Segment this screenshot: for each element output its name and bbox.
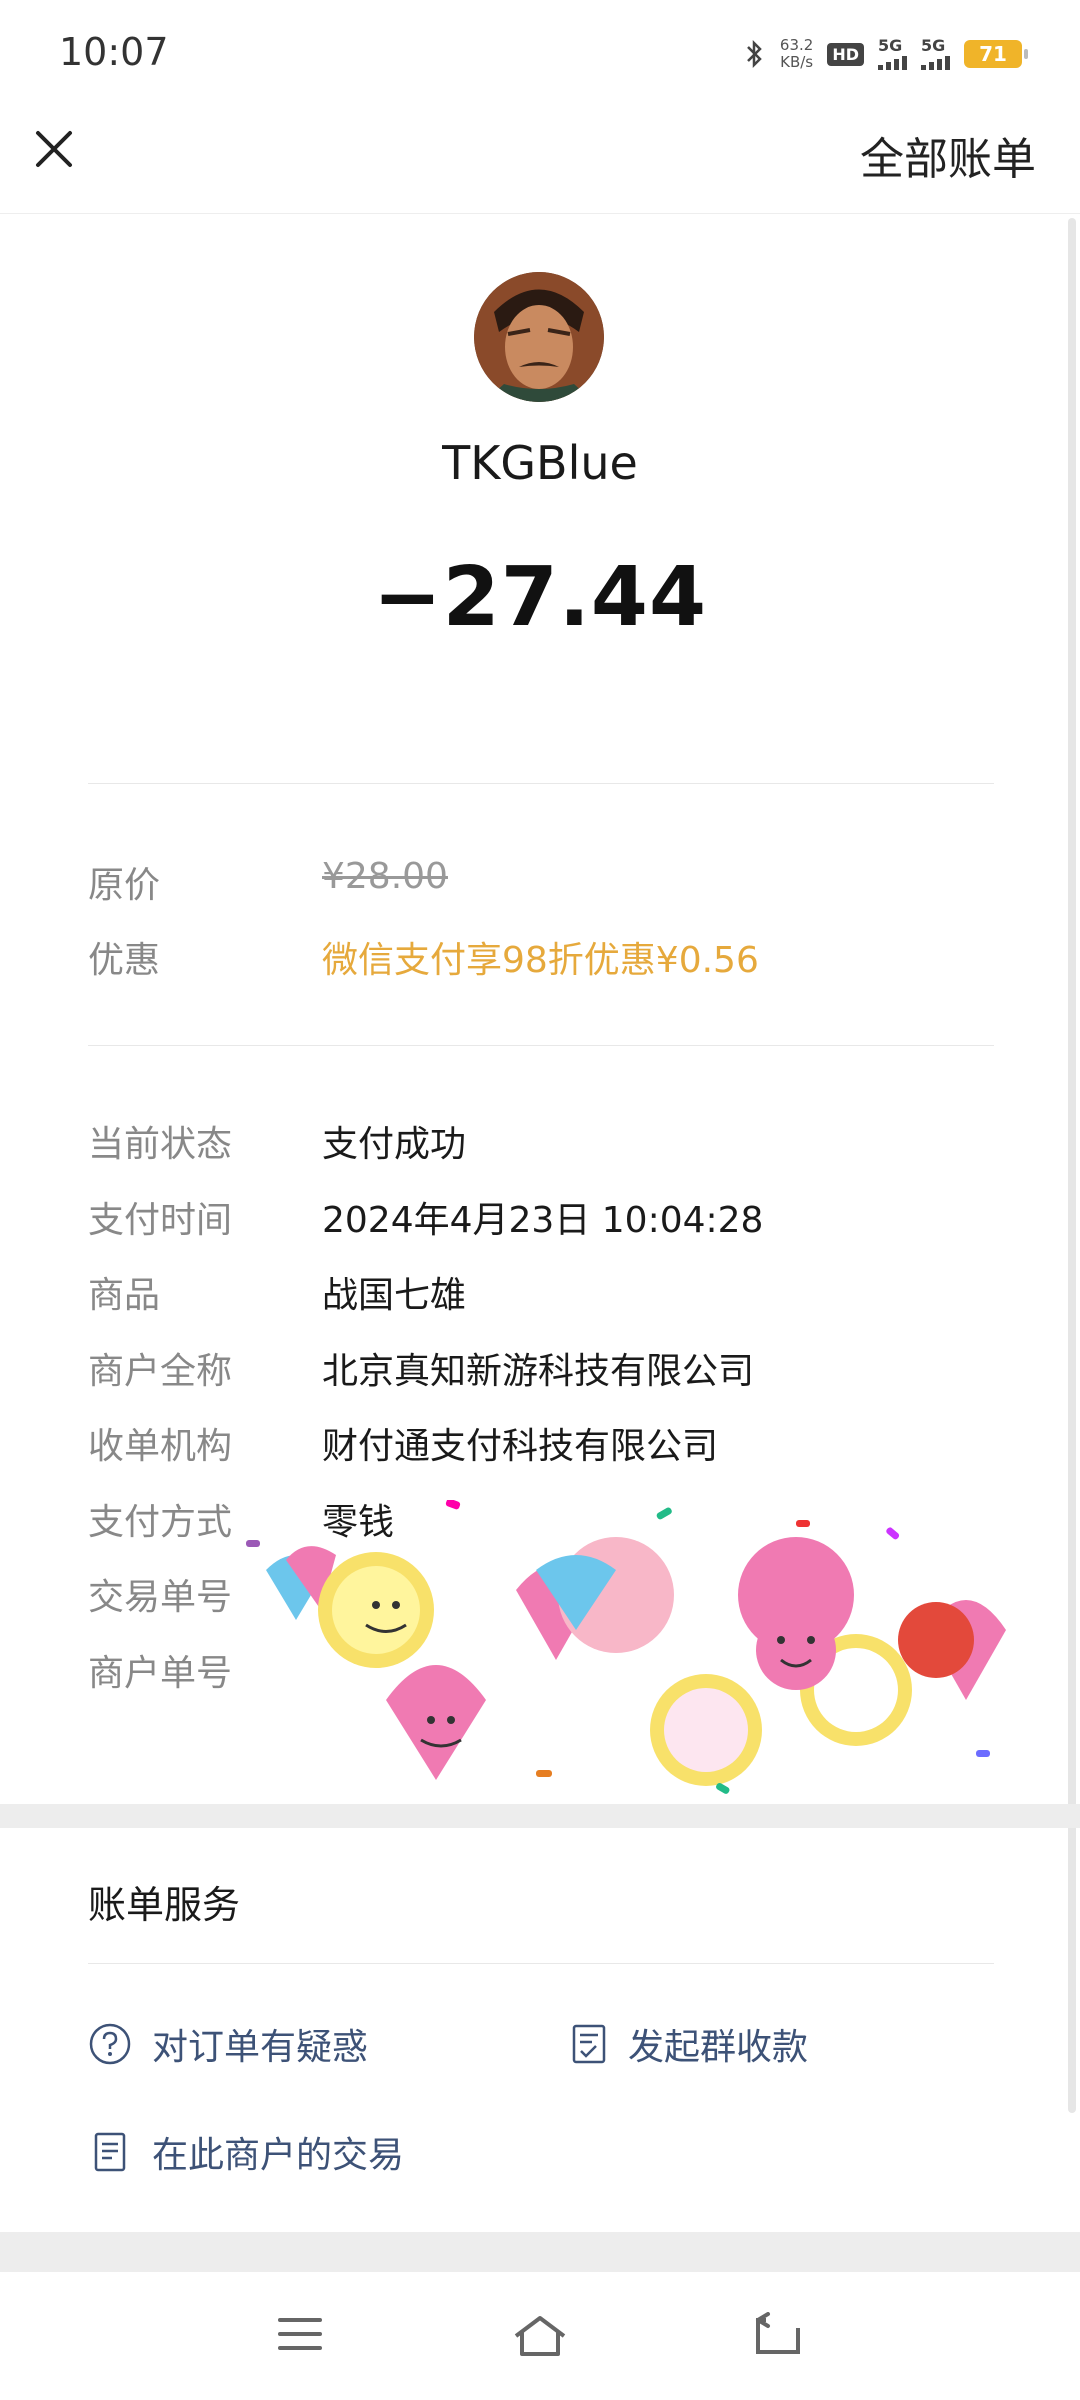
group-receipt-icon bbox=[572, 2024, 606, 2064]
merchant-transactions-button[interactable]: 在此商户的交易 bbox=[88, 2126, 404, 2178]
group-payment-button[interactable]: 发起群收款 bbox=[570, 2018, 808, 2070]
network-speed: 63.2 KB/s bbox=[780, 37, 813, 71]
discount-value: 微信支付享98折优惠¥0.56 bbox=[322, 940, 759, 981]
speed-unit: KB/s bbox=[780, 53, 814, 71]
detail-row-merchant: 商户全称 北京真知新游科技有限公司 bbox=[88, 1342, 994, 1402]
detail-row-time: 支付时间 2024年4月23日 10:04:28 bbox=[88, 1191, 994, 1251]
section-gap bbox=[0, 1804, 1080, 1828]
original-price-label: 原价 bbox=[88, 865, 161, 906]
payee-name: TKGBlue bbox=[442, 436, 638, 490]
merchant-transactions-label: 在此商户的交易 bbox=[152, 2135, 405, 2176]
all-bills-link[interactable]: 全部账单 bbox=[860, 123, 1036, 187]
detail-label: 商户全称 bbox=[88, 1351, 233, 1392]
original-price-row: 原价 ¥28.00 bbox=[88, 856, 994, 916]
group-payment-label: 发起群收款 bbox=[628, 2027, 809, 2068]
divider bbox=[88, 783, 994, 784]
menu-icon[interactable] bbox=[276, 2312, 324, 2356]
bill-services-title: 账单服务 bbox=[88, 1883, 241, 1927]
detail-value: 财付通支付科技有限公司 bbox=[322, 1426, 719, 1467]
signal-bars-icon bbox=[921, 54, 950, 70]
status-bar: 10:07 63.2 KB/s HD 5G 5G 71 bbox=[0, 0, 1080, 104]
detail-value: 战国七雄 bbox=[322, 1275, 467, 1316]
discount-row: 优惠 微信支付享98折优惠¥0.56 bbox=[88, 931, 994, 991]
document-icon bbox=[94, 2132, 126, 2172]
original-price-value: ¥28.00 bbox=[322, 856, 448, 897]
order-question-button[interactable]: 对订单有疑惑 bbox=[88, 2018, 368, 2070]
detail-row-product: 商品 战国七雄 bbox=[88, 1266, 994, 1326]
detail-row-acquirer: 收单机构 财付通支付科技有限公司 bbox=[88, 1417, 994, 1477]
detail-label: 商品 bbox=[88, 1275, 161, 1316]
scrollbar[interactable] bbox=[1068, 218, 1076, 2113]
avatar bbox=[474, 272, 604, 402]
signal-1-label: 5G bbox=[878, 36, 903, 55]
signal-2-label: 5G bbox=[921, 36, 946, 55]
detail-value: 北京真知新游科技有限公司 bbox=[322, 1351, 755, 1392]
bottom-gap bbox=[0, 2232, 1080, 2272]
divider bbox=[88, 1963, 994, 1964]
detail-label: 当前状态 bbox=[88, 1124, 233, 1165]
speed-value: 63.2 bbox=[779, 36, 814, 54]
detail-value: 2024年4月23日 10:04:28 bbox=[322, 1200, 764, 1241]
detail-label: 收单机构 bbox=[88, 1426, 233, 1467]
back-icon[interactable] bbox=[752, 2312, 804, 2360]
discount-label: 优惠 bbox=[88, 940, 161, 981]
signal-bars-icon bbox=[878, 54, 907, 70]
system-nav-bar bbox=[0, 2272, 1080, 2400]
divider bbox=[88, 1045, 994, 1046]
detail-label: 支付时间 bbox=[88, 1200, 233, 1241]
signal-1: 5G bbox=[878, 38, 907, 70]
hd-badge: HD bbox=[827, 42, 864, 66]
home-icon[interactable] bbox=[510, 2312, 570, 2360]
top-nav-bar: 全部账单 bbox=[0, 104, 1080, 214]
status-time: 10:07 bbox=[59, 30, 169, 74]
battery-indicator: 71 bbox=[964, 40, 1028, 68]
close-icon[interactable] bbox=[32, 127, 76, 171]
detail-row-status: 当前状态 支付成功 bbox=[88, 1115, 994, 1175]
payment-amount: −27.44 bbox=[372, 550, 708, 645]
bluetooth-icon bbox=[747, 39, 762, 69]
question-circle-icon bbox=[89, 2023, 131, 2065]
signal-2: 5G bbox=[921, 38, 950, 70]
detail-label: 交易单号 bbox=[88, 1577, 233, 1618]
detail-label: 商户单号 bbox=[88, 1653, 233, 1694]
detail-value: 支付成功 bbox=[322, 1124, 467, 1165]
detail-label: 支付方式 bbox=[88, 1502, 233, 1543]
sticker-decoration bbox=[246, 1500, 1006, 1794]
bill-detail-page: 10:07 63.2 KB/s HD 5G 5G 71 全部账单 TKGBlue… bbox=[0, 0, 1080, 2400]
order-question-label: 对订单有疑惑 bbox=[152, 2027, 369, 2068]
status-icons: 63.2 KB/s HD 5G 5G 71 bbox=[742, 34, 1028, 74]
